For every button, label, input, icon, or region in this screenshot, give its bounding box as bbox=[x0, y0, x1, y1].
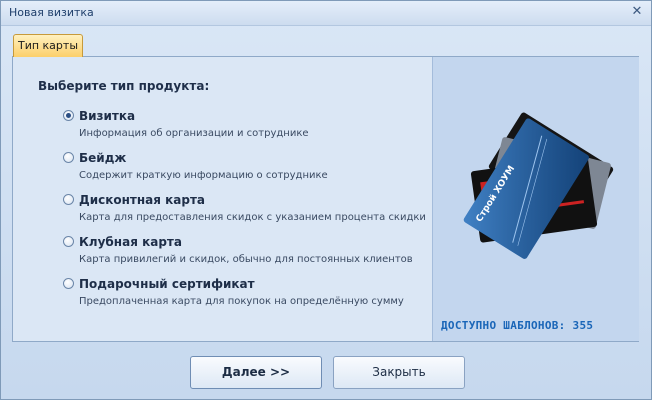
dialog-window: Новая визитка ✕ Тип карты Выберите тип п… bbox=[0, 0, 652, 400]
radio-button[interactable] bbox=[63, 152, 74, 163]
preview-pane: Строй ХОУМ ДОСТУПНО ШАБЛОНОВ: 355 bbox=[432, 57, 639, 341]
option-description: Карта для предоставления скидок с указан… bbox=[79, 212, 426, 223]
radio-button[interactable] bbox=[63, 278, 74, 289]
window-title: Новая визитка bbox=[9, 6, 94, 19]
tab-card-type[interactable]: Тип карты bbox=[13, 34, 83, 57]
product-type-prompt: Выберите тип продукта: bbox=[38, 79, 210, 93]
option-description: Предоплаченная карта для покупок на опре… bbox=[79, 296, 404, 307]
close-icon[interactable]: ✕ bbox=[629, 4, 645, 20]
option-label[interactable]: Визитка bbox=[79, 109, 135, 123]
option-label[interactable]: Дисконтная карта bbox=[79, 193, 205, 207]
title-bar: Новая визитка ✕ bbox=[1, 1, 651, 26]
radio-button[interactable] bbox=[63, 194, 74, 205]
radio-button[interactable] bbox=[63, 110, 74, 121]
option-label[interactable]: Подарочный сертификат bbox=[79, 277, 255, 291]
radio-selected-dot bbox=[66, 113, 71, 118]
option-label[interactable]: Клубная карта bbox=[79, 235, 182, 249]
close-button[interactable]: Закрыть bbox=[333, 356, 465, 389]
content-panel: Выберите тип продукта: Визитка Информаци… bbox=[12, 56, 639, 342]
option-description: Карта привилегий и скидок, обычно для по… bbox=[79, 254, 413, 265]
option-description: Содержит краткую информацию о сотруднике bbox=[79, 170, 328, 181]
next-button[interactable]: Далее >> bbox=[190, 356, 322, 389]
option-description: Информация об организации и сотруднике bbox=[79, 128, 309, 139]
templates-count: ДОСТУПНО ШАБЛОНОВ: 355 bbox=[441, 319, 594, 332]
option-label[interactable]: Бейдж bbox=[79, 151, 126, 165]
options-pane: Выберите тип продукта: Визитка Информаци… bbox=[13, 57, 431, 341]
radio-button[interactable] bbox=[63, 236, 74, 247]
card-stack-illustration: Строй ХОУМ bbox=[463, 112, 614, 259]
